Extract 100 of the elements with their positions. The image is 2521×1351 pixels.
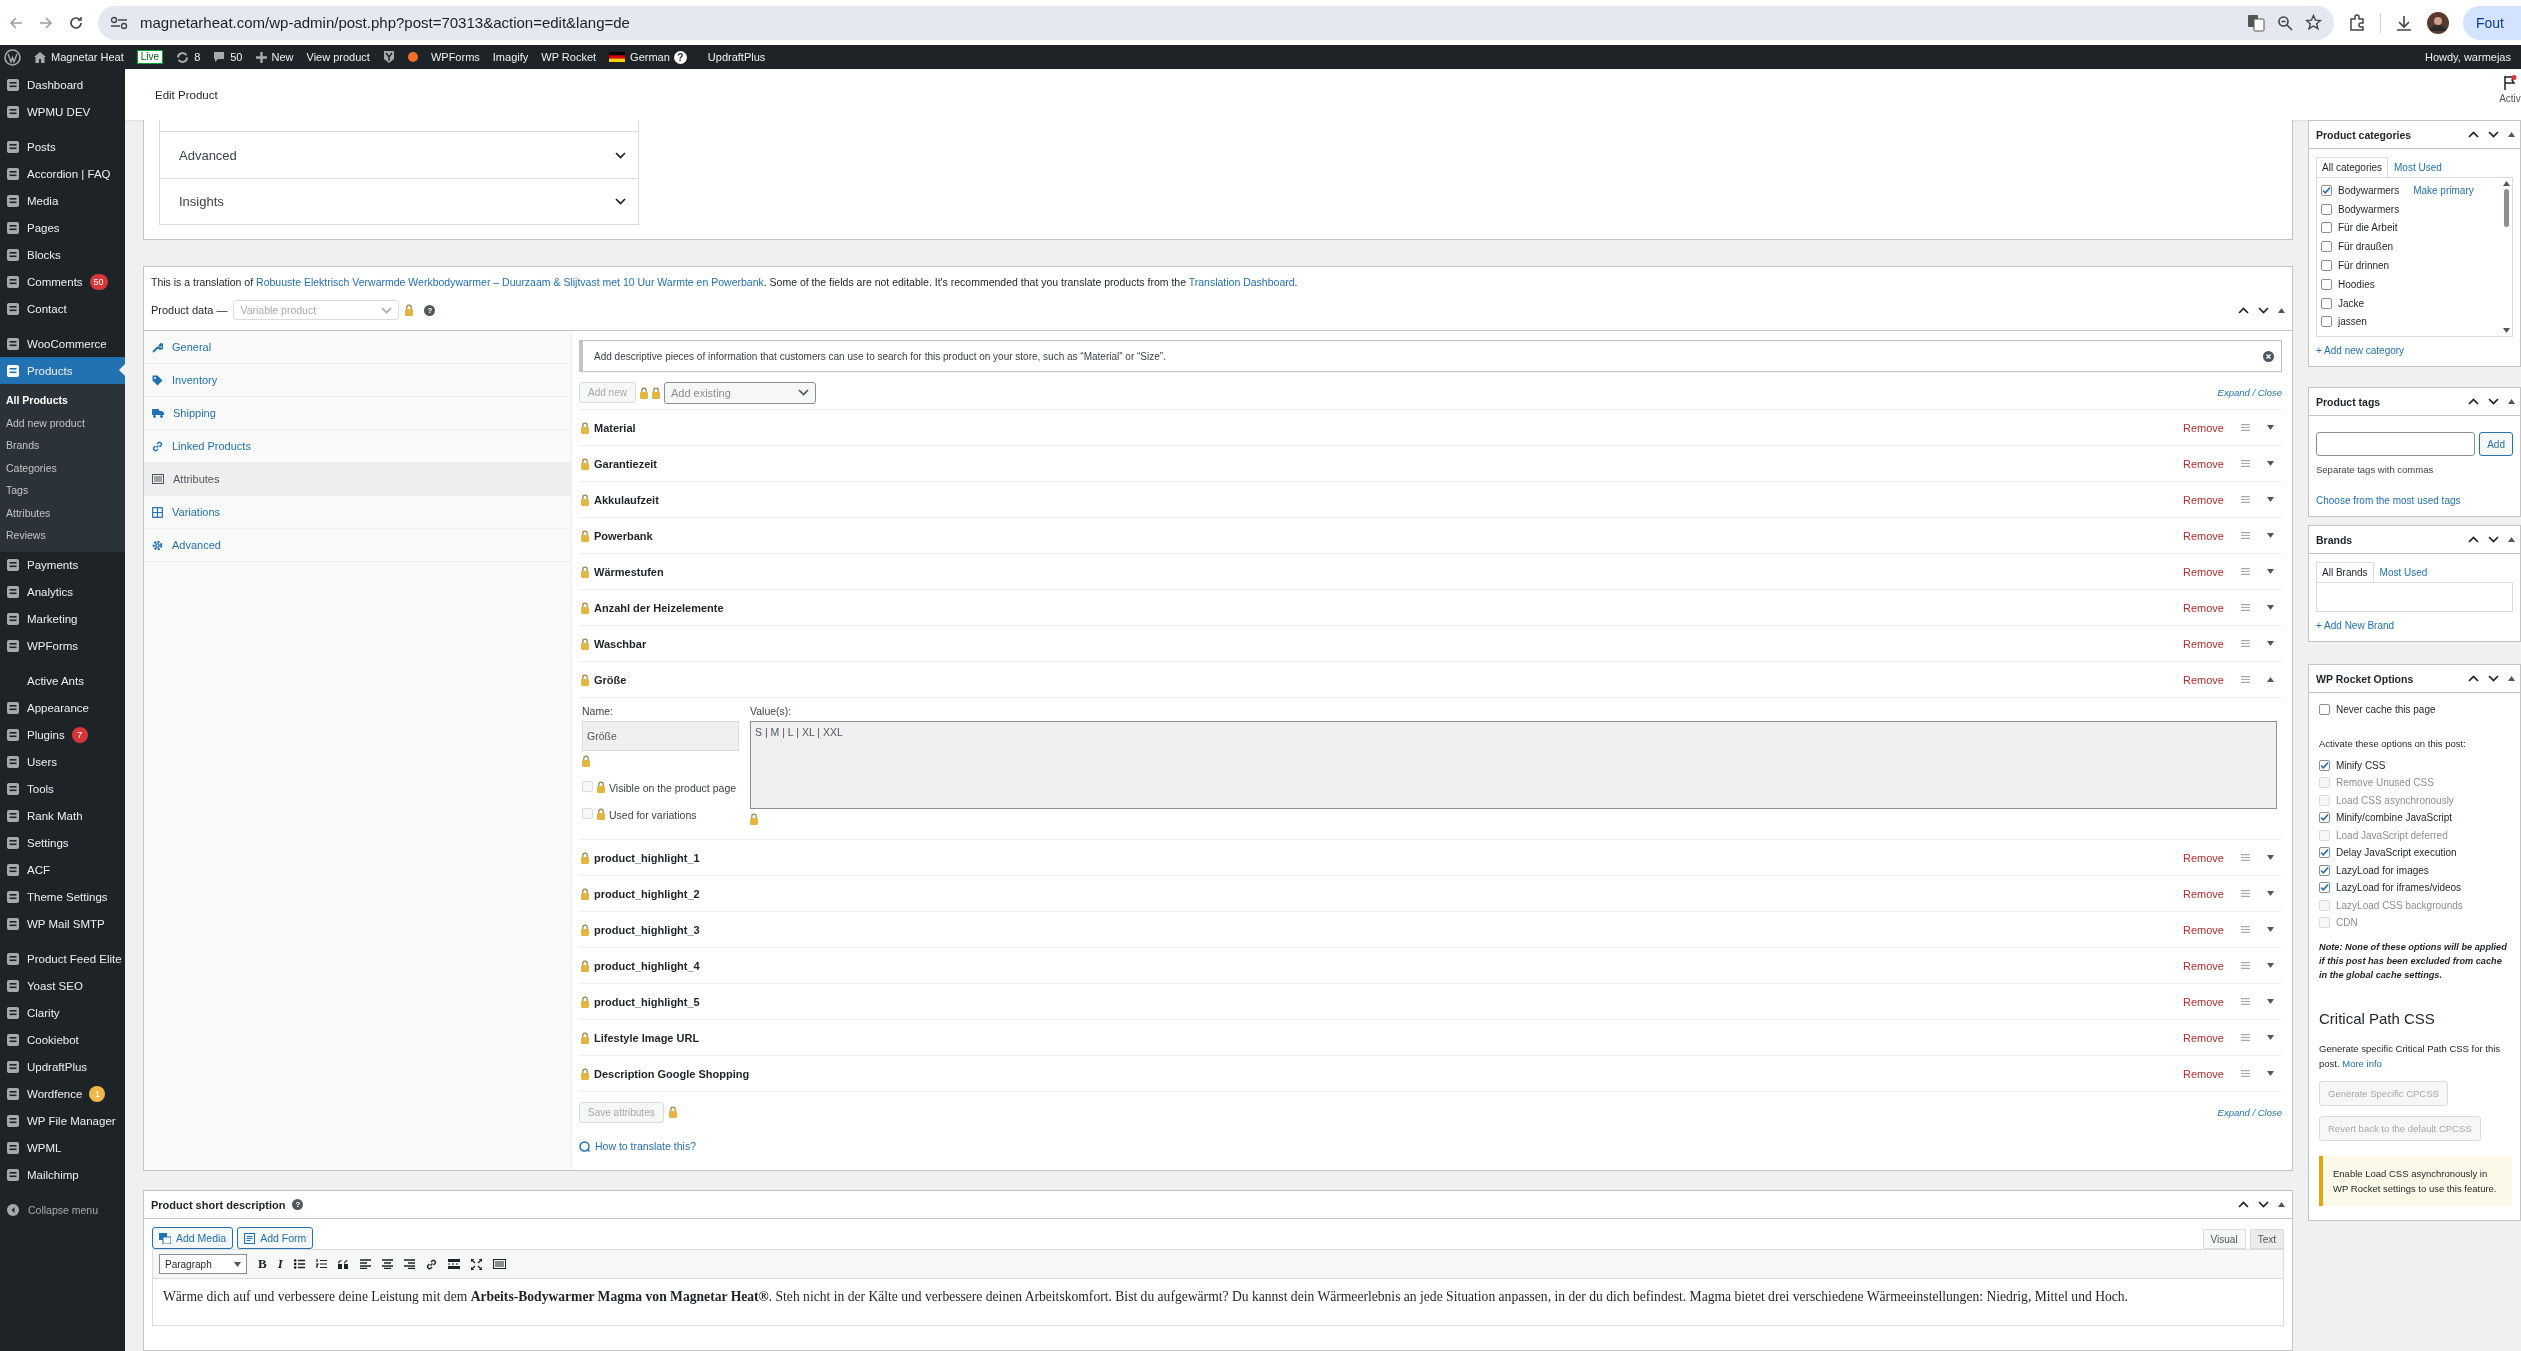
updates-link[interactable]: 8 — [176, 50, 201, 64]
more-info-link[interactable]: More info — [2342, 1057, 2382, 1069]
attribute-row[interactable]: Lifestyle Image URL Remove — [579, 1020, 2282, 1056]
triangle-up-icon[interactable] — [2278, 1202, 2285, 1207]
checkbox[interactable] — [2321, 316, 2332, 328]
menu-item[interactable]: Appearance — [0, 694, 125, 722]
remove-link[interactable]: Remove — [2183, 1031, 2224, 1044]
download-icon[interactable] — [2395, 13, 2413, 32]
product-data-tab[interactable]: Advanced — [144, 529, 571, 562]
reload-icon[interactable] — [68, 14, 84, 31]
chevron-up-icon[interactable] — [2238, 306, 2249, 314]
checkbox[interactable] — [2321, 222, 2332, 234]
align-right-icon[interactable] — [403, 1259, 415, 1269]
fullscreen-icon[interactable] — [470, 1258, 482, 1270]
menu-item[interactable]: Settings — [0, 829, 125, 857]
checkbox[interactable] — [2319, 882, 2330, 894]
align-center-icon[interactable] — [381, 1259, 393, 1269]
toolbar-toggle-icon[interactable] — [492, 1259, 506, 1269]
box-tab[interactable]: All categories — [2316, 157, 2389, 177]
chevron-up-icon[interactable] — [2468, 131, 2479, 138]
expand-close-link[interactable]: Expand / Close — [2217, 387, 2282, 398]
menu-item[interactable]: Payments — [0, 551, 125, 579]
chevron-up-icon[interactable] — [2238, 1201, 2249, 1208]
chevron-down-icon[interactable] — [2488, 398, 2499, 405]
help-badge[interactable]: ? — [673, 50, 687, 64]
checkbox[interactable] — [2321, 278, 2332, 290]
how-to-translate-link[interactable]: How to translate this? — [595, 1140, 696, 1152]
chevron-up-icon[interactable] — [2468, 398, 2479, 405]
bullet-list-icon[interactable] — [293, 1259, 305, 1269]
attribute-row[interactable]: Description Google Shopping Remove — [579, 1056, 2282, 1092]
accordion-item[interactable]: Advanced — [160, 132, 638, 178]
drag-handle-icon[interactable] — [2241, 962, 2250, 969]
attribute-row[interactable]: Größe Remove — [579, 662, 2282, 698]
drag-handle-icon[interactable] — [2241, 640, 2250, 647]
triangle-down-icon[interactable] — [2267, 461, 2274, 466]
italic-button[interactable]: I — [277, 1256, 283, 1272]
comments-link[interactable]: 50 — [213, 51, 243, 63]
drag-handle-icon[interactable] — [2241, 854, 2250, 861]
triangle-down-icon[interactable] — [2267, 891, 2274, 896]
forward-icon[interactable] — [38, 14, 54, 31]
submenu-item[interactable]: Reviews — [0, 524, 125, 547]
menu-item[interactable]: Theme Settings — [0, 883, 125, 911]
drag-handle-icon[interactable] — [2241, 532, 2250, 539]
triangle-down-icon[interactable] — [234, 1261, 241, 1267]
menu-item[interactable]: Clarity — [0, 999, 125, 1027]
remove-link[interactable]: Remove — [2183, 1067, 2224, 1080]
menu-item[interactable]: Tools — [0, 775, 125, 803]
numbered-list-icon[interactable] — [315, 1259, 327, 1269]
box-tab[interactable]: All Brands — [2316, 562, 2374, 582]
menu-item[interactable]: Product Feed Elite — [0, 945, 125, 973]
chevron-down-icon[interactable] — [615, 198, 626, 205]
triangle-up-icon[interactable] — [2508, 537, 2515, 542]
triangle-down-icon[interactable] — [2267, 533, 2274, 538]
box-tab[interactable]: Most Used — [2373, 562, 2434, 582]
add-category-link[interactable]: + Add new category — [2316, 345, 2405, 356]
remove-link[interactable]: Remove — [2183, 887, 2224, 900]
menu-item[interactable]: Accordion | FAQ — [0, 160, 125, 187]
make-primary-link[interactable]: Make primary — [2413, 184, 2474, 196]
remove-link[interactable]: Remove — [2183, 959, 2224, 972]
menu-item[interactable]: ACF — [0, 856, 125, 884]
remove-link[interactable]: Remove — [2183, 529, 2224, 542]
quote-icon[interactable] — [337, 1259, 349, 1269]
attribute-row[interactable]: Material Remove — [579, 410, 2282, 446]
menu-item[interactable]: Blocks — [0, 241, 125, 268]
expand-close-link[interactable]: Expand / Close — [2217, 1106, 2282, 1118]
chevron-down-icon[interactable] — [2488, 536, 2499, 543]
attribute-row[interactable]: Wärmestufen Remove — [579, 554, 2282, 590]
chevron-up-icon[interactable] — [2468, 536, 2479, 543]
triangle-down-icon[interactable] — [2267, 999, 2274, 1004]
most-used-tags-link[interactable]: Choose from the most used tags — [2316, 495, 2461, 506]
product-data-tab[interactable]: General — [144, 331, 571, 364]
checkbox[interactable] — [2319, 864, 2330, 876]
drag-handle-icon[interactable] — [2241, 1070, 2250, 1077]
checkbox[interactable] — [2319, 704, 2330, 716]
triangle-down-icon[interactable] — [2267, 855, 2274, 860]
triangle-up-icon[interactable] — [2278, 307, 2285, 313]
attribute-row[interactable]: product_highlight_5 Remove — [579, 984, 2282, 1020]
drag-handle-icon[interactable] — [2241, 1034, 2250, 1041]
submenu-item[interactable]: Attributes — [0, 501, 125, 524]
menu-item[interactable]: Analytics — [0, 578, 125, 606]
avatar[interactable] — [2427, 11, 2449, 34]
site-link[interactable]: Magnetar Heat — [34, 51, 124, 63]
attribute-row[interactable]: Anzahl der Heizelemente Remove — [579, 590, 2282, 626]
triangle-down-icon[interactable] — [2267, 927, 2274, 932]
attribute-row[interactable]: product_highlight_4 Remove — [579, 948, 2282, 984]
updraftplus-link[interactable]: UpdraftPlus — [707, 51, 766, 63]
remove-link[interactable]: Remove — [2183, 637, 2224, 650]
triangle-down-icon[interactable] — [2267, 641, 2274, 646]
activity-button[interactable]: Activ — [2499, 69, 2521, 104]
star-icon[interactable] — [2305, 14, 2322, 31]
remove-link[interactable]: Remove — [2183, 601, 2224, 614]
read-more-icon[interactable] — [447, 1259, 460, 1269]
plugin-link[interactable]: WPForms — [430, 51, 480, 63]
accordion-item[interactable]: Insights — [160, 178, 638, 224]
view-product-link[interactable]: View product — [306, 51, 370, 63]
address-bar[interactable]: magnetarheat.com/wp-admin/post.php?post=70313&action=edit&lang=de — [98, 5, 2334, 40]
add-form-button[interactable]: Add Form — [237, 1227, 314, 1249]
triangle-up-icon[interactable] — [2503, 181, 2510, 186]
triangle-up-icon[interactable] — [2508, 399, 2515, 404]
menu-item[interactable]: Dashboard — [0, 71, 125, 98]
